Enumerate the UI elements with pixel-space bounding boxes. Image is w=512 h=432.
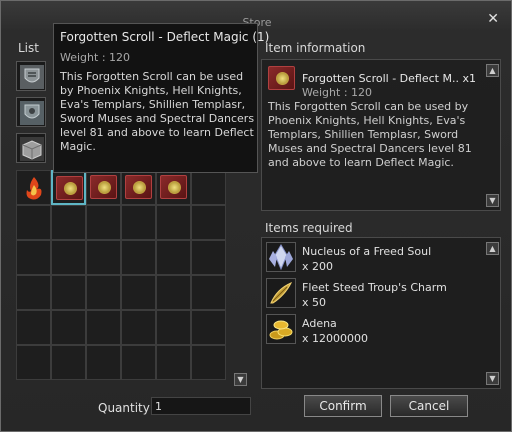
confirm-button[interactable]: Confirm — [304, 395, 382, 417]
grid-cell[interactable] — [51, 240, 86, 275]
grid-cell[interactable] — [121, 310, 156, 345]
grid-cell-book[interactable] — [156, 170, 191, 205]
red-book-icon — [268, 66, 295, 90]
required-item-name: Nucleus of a Freed Soul — [302, 245, 432, 258]
required-item-quantity: x 50 — [302, 296, 327, 309]
category-shield-scroll-1[interactable] — [16, 61, 46, 91]
grid-cell[interactable] — [16, 205, 51, 240]
grid-cell-book[interactable] — [86, 170, 121, 205]
grid-cell[interactable] — [121, 240, 156, 275]
required-item-name: Fleet Steed Troup's Charm — [302, 281, 447, 294]
item-tooltip: Forgotten Scroll - Deflect Magic (1) Wei… — [53, 23, 269, 173]
grid-cell[interactable] — [191, 345, 226, 380]
required-item-icon-slot — [266, 314, 296, 344]
required-item-quantity: x 200 — [302, 260, 334, 273]
required-item-icon-slot — [266, 242, 296, 272]
grid-cell[interactable] — [16, 310, 51, 345]
right-panel: Item information Forgotten Scroll - Defl… — [259, 41, 501, 389]
required-item-name: Adena — [302, 317, 337, 330]
quantity-input[interactable] — [151, 397, 251, 415]
grid-cell[interactable] — [51, 205, 86, 240]
tooltip-title: Forgotten Scroll - Deflect Magic (1) — [60, 30, 270, 44]
grid-cell[interactable] — [86, 310, 121, 345]
store-window: Store ✕ List — [0, 0, 512, 432]
grid-cell[interactable] — [121, 275, 156, 310]
required-scroll-up-button[interactable]: ▲ — [486, 242, 499, 255]
required-item: Adena x 12000000 — [266, 314, 486, 346]
quantity-label: Quantity — [98, 401, 150, 415]
required-item: Fleet Steed Troup's Charm x 50 — [266, 278, 486, 310]
stone-block-icon — [20, 137, 44, 161]
item-information-label: Item information — [265, 41, 366, 55]
shield-scroll-icon — [20, 101, 44, 125]
grid-cell[interactable] — [16, 275, 51, 310]
grid-cell[interactable] — [191, 205, 226, 240]
tooltip-weight: Weight : 120 — [60, 51, 131, 64]
grid-cell[interactable] — [86, 345, 121, 380]
item-information-box: Forgotten Scroll - Deflect M.. x1 Weight… — [261, 59, 501, 211]
fire-icon — [26, 177, 42, 200]
gold-coins-icon — [269, 320, 293, 340]
grid-cell[interactable] — [16, 240, 51, 275]
tooltip-description: This Forgotten Scroll can be used by Pho… — [60, 70, 255, 153]
cancel-button[interactable]: Cancel — [390, 395, 468, 417]
grid-cell[interactable] — [191, 170, 226, 205]
feather-charm-icon — [270, 282, 293, 304]
grid-cell[interactable] — [156, 205, 191, 240]
info-scroll-down-button[interactable]: ▼ — [486, 194, 499, 207]
shield-scroll-icon — [20, 65, 44, 89]
items-required-box: Nucleus of a Freed Soul x 200 Fleet Stee… — [261, 237, 501, 389]
list-label: List — [18, 41, 39, 55]
grid-cell[interactable] — [86, 275, 121, 310]
red-book-icon — [90, 175, 117, 199]
grid-cell[interactable] — [191, 310, 226, 345]
grid-cell-book-selected[interactable] — [51, 170, 86, 205]
red-book-icon — [125, 175, 152, 199]
grid-cell[interactable] — [191, 275, 226, 310]
required-item: Nucleus of a Freed Soul x 200 — [266, 242, 486, 274]
item-name: Forgotten Scroll - Deflect M.. x1 — [302, 72, 476, 85]
grid-cell[interactable] — [156, 240, 191, 275]
grid-cell[interactable] — [51, 345, 86, 380]
grid-cell[interactable] — [121, 345, 156, 380]
category-stone-block[interactable] — [16, 133, 46, 163]
grid-cell[interactable] — [51, 310, 86, 345]
close-icon[interactable]: ✕ — [487, 11, 499, 27]
crystal-icon — [269, 244, 293, 271]
grid-cell[interactable] — [86, 240, 121, 275]
required-item-quantity: x 12000000 — [302, 332, 368, 345]
category-shield-scroll-2[interactable] — [16, 97, 46, 127]
info-scroll-up-button[interactable]: ▲ — [486, 64, 499, 77]
red-book-icon — [160, 175, 187, 199]
item-weight: Weight : 120 — [302, 86, 373, 99]
grid-cell-book[interactable] — [121, 170, 156, 205]
grid-cell[interactable] — [156, 275, 191, 310]
item-description: This Forgotten Scroll can be used by Pho… — [268, 100, 472, 169]
red-book-icon — [56, 176, 83, 200]
grid-cell[interactable] — [86, 205, 121, 240]
required-scroll-down-button[interactable]: ▼ — [486, 372, 499, 385]
grid-cell[interactable] — [156, 310, 191, 345]
grid-cell[interactable] — [191, 240, 226, 275]
grid-cell[interactable] — [156, 345, 191, 380]
items-required-label: Items required — [265, 221, 353, 235]
list-scroll-down-button[interactable]: ▼ — [234, 373, 247, 386]
grid-cell-fire[interactable] — [16, 170, 51, 205]
grid-cell[interactable] — [51, 275, 86, 310]
grid-cell[interactable] — [16, 345, 51, 380]
grid-cell[interactable] — [121, 205, 156, 240]
required-item-icon-slot — [266, 278, 296, 308]
